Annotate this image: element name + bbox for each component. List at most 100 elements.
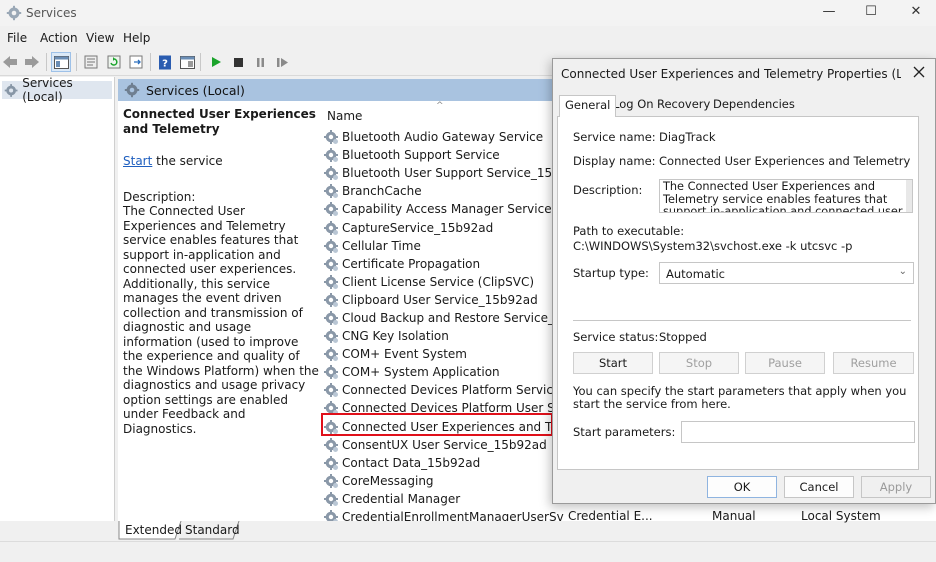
table-row[interactable]: Credential Manager: [323, 490, 564, 508]
service-gear-icon: [324, 347, 338, 362]
start-service-link[interactable]: Start: [123, 154, 152, 168]
pause-service-icon[interactable]: [250, 52, 270, 72]
ok-button[interactable]: OK: [707, 476, 777, 498]
table-row[interactable]: CredentialEnrollmentManagerUserSvc_15b92…: [323, 508, 564, 521]
description-value: The Connected User Experiences and Telem…: [663, 180, 903, 213]
show-hide-action-pane-icon[interactable]: [177, 52, 197, 72]
start-parameters-hint: You can specify the start parameters tha…: [573, 384, 907, 411]
table-row[interactable]: CNG Key Isolation: [323, 327, 564, 345]
pause-button[interactable]: Pause: [745, 352, 825, 374]
tab-standard[interactable]: Standard: [185, 521, 240, 540]
services-gear-icon: [124, 82, 140, 98]
table-row[interactable]: Bluetooth Audio Gateway Service: [323, 128, 564, 146]
table-row[interactable]: COM+ System Application: [323, 363, 564, 381]
menu-help[interactable]: Help: [123, 31, 150, 45]
dialog-close-button[interactable]: [909, 63, 929, 83]
table-row[interactable]: Connected Devices Platform Service: [323, 381, 564, 399]
description-box[interactable]: The Connected User Experiences and Telem…: [659, 179, 913, 213]
start-service-suffix: the service: [152, 154, 223, 168]
refresh-icon[interactable]: [104, 52, 124, 72]
sort-caret-icon: ^: [436, 101, 444, 111]
stop-button[interactable]: Stop: [659, 352, 739, 374]
table-row[interactable]: Client License Service (ClipSVC): [323, 273, 564, 291]
service-name-cell: Client License Service (ClipSVC): [342, 274, 535, 289]
maximize-button[interactable]: ☐: [848, 0, 894, 26]
service-name-cell: BranchCache: [342, 184, 422, 199]
extended-description-pane: Connected User Experiences and Telemetry…: [123, 107, 319, 436]
table-row[interactable]: Contact Data_15b92ad: [323, 454, 564, 472]
table-row[interactable]: ConsentUX User Service_15b92ad: [323, 436, 564, 454]
table-row[interactable]: Cloud Backup and Restore Service_15b92ad: [323, 309, 564, 327]
back-arrow-icon[interactable]: [0, 52, 20, 72]
table-row[interactable]: Connected Devices Platform User Service_…: [323, 399, 564, 417]
cancel-button[interactable]: Cancel: [784, 476, 854, 498]
menu-file[interactable]: File: [7, 31, 27, 45]
table-row[interactable]: CoreMessaging: [323, 472, 564, 490]
service-gear-icon: [324, 274, 338, 289]
resume-button[interactable]: Resume: [833, 352, 914, 374]
startup-type-select[interactable]: Automatic ⌄: [659, 262, 914, 284]
table-row[interactable]: Connected User Experiences and Telemetry: [323, 418, 564, 436]
menu-action[interactable]: Action: [40, 31, 78, 45]
help-icon[interactable]: ?: [155, 52, 175, 72]
tab-extended[interactable]: Extended: [125, 521, 182, 540]
table-row[interactable]: CaptureService_15b92ad: [323, 218, 564, 236]
service-name-cell: COM+ System Application: [342, 365, 500, 380]
console-tree-icon[interactable]: [51, 52, 71, 72]
properties-sheet-icon[interactable]: [81, 52, 101, 72]
table-row[interactable]: Capability Access Manager Service: [323, 200, 564, 218]
start-service-play-icon[interactable]: [206, 52, 226, 72]
tab-recovery[interactable]: Recovery: [657, 97, 710, 111]
table-row[interactable]: Clipboard User Service_15b92ad: [323, 291, 564, 309]
service-gear-icon: [324, 401, 338, 416]
menu-view[interactable]: View: [86, 31, 114, 45]
service-name-cell: Connected Devices Platform Service: [342, 383, 561, 398]
tab-general[interactable]: General: [559, 95, 617, 117]
window-title: Services: [26, 6, 77, 20]
toolbar-separator: [76, 53, 77, 71]
service-name-cell: CredentialEnrollmentManagerUserSvc_15b92…: [342, 510, 564, 521]
service-name-cell: Connected Devices Platform User Service_…: [342, 401, 564, 416]
service-gear-icon: [324, 365, 338, 380]
restart-service-icon[interactable]: [272, 52, 292, 72]
service-gear-icon: [324, 130, 338, 145]
service-name-cell: Bluetooth User Support Service_15b92ad: [342, 166, 564, 181]
service-name-cell: Certificate Propagation: [342, 256, 481, 271]
apply-button[interactable]: Apply: [861, 476, 931, 498]
service-gear-icon: [324, 256, 338, 271]
tree-item-services-local[interactable]: Services (Local): [2, 76, 112, 104]
service-gear-icon: [324, 184, 338, 199]
tree-item-label: Services (Local): [22, 76, 73, 104]
service-name-cell: Connected User Experiences and Telemetry: [342, 419, 564, 434]
startup-type-value: Automatic: [666, 267, 725, 281]
tab-dependencies[interactable]: Dependencies: [713, 97, 795, 111]
start-button[interactable]: Start: [573, 352, 653, 374]
service-name-cell: Bluetooth Support Service: [342, 148, 500, 163]
dialog-title: Connected User Experiences and Telemetry…: [561, 67, 901, 81]
table-row[interactable]: Bluetooth User Support Service_15b92ad: [323, 164, 564, 182]
minimize-button[interactable]: —: [806, 0, 852, 26]
stop-service-icon[interactable]: [228, 52, 248, 72]
service-gear-icon: [324, 166, 338, 181]
service-name-cell: Capability Access Manager Service: [342, 202, 552, 217]
table-row[interactable]: Cellular Time: [323, 237, 564, 255]
forward-arrow-icon[interactable]: [22, 52, 42, 72]
table-row[interactable]: BranchCache: [323, 182, 564, 200]
table-row[interactable]: Bluetooth Support Service: [323, 146, 564, 164]
path-to-executable-value: C:\WINDOWS\System32\svchost.exe -k utcsv…: [573, 239, 853, 253]
service-gear-icon: [324, 455, 338, 470]
service-name-cell: Cloud Backup and Restore Service_15b92ad: [342, 310, 564, 325]
service-gear-icon: [324, 148, 338, 163]
table-row[interactable]: COM+ Event System: [323, 345, 564, 363]
service-name-cell: Cellular Time: [342, 238, 421, 253]
service-name-cell: CaptureService_15b92ad: [342, 220, 494, 235]
tab-log-on[interactable]: Log On: [613, 97, 654, 111]
export-list-icon[interactable]: [126, 52, 146, 72]
start-parameters-input[interactable]: [681, 421, 915, 443]
description-scrollbar[interactable]: [906, 180, 912, 212]
table-row[interactable]: Certificate Propagation: [323, 255, 564, 273]
column-header-name[interactable]: Name: [327, 109, 362, 123]
view-tabs: Extended Standard: [117, 521, 936, 541]
close-button[interactable]: ✕: [893, 0, 936, 26]
chevron-down-icon: ⌄: [898, 266, 907, 277]
